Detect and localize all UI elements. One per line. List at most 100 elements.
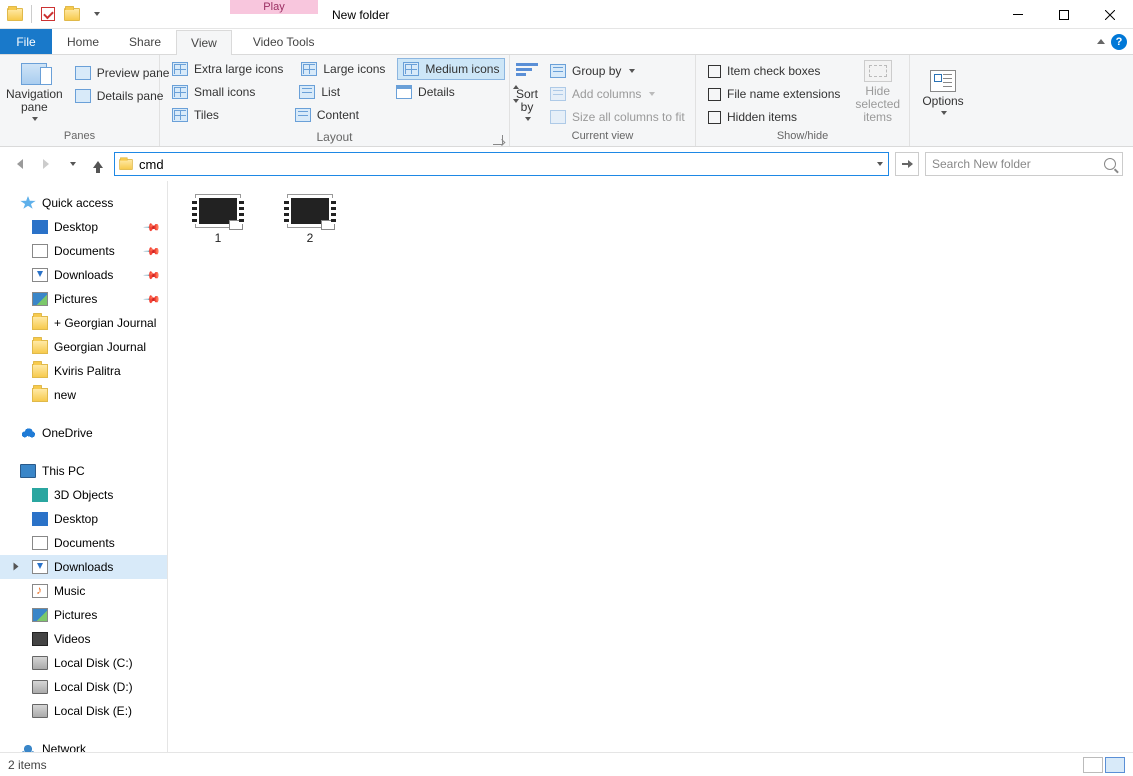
help-icon[interactable]: ?: [1111, 34, 1127, 50]
tree-pc-3d-objects[interactable]: 3D Objects: [0, 483, 167, 507]
extra-large-icon: [172, 62, 188, 76]
sort-by-button[interactable]: Sort by: [516, 58, 538, 126]
navigation-tree[interactable]: Quick access Desktop📌Documents📌Downloads…: [0, 181, 168, 752]
file-tab[interactable]: File: [0, 29, 52, 54]
search-box[interactable]: [925, 152, 1123, 176]
tab-share[interactable]: Share: [114, 29, 176, 54]
address-input[interactable]: [137, 157, 870, 172]
hide-selected-button: Hide selected items: [852, 58, 903, 126]
view-details-toggle[interactable]: [1083, 757, 1103, 773]
address-history-dropdown[interactable]: [870, 162, 888, 166]
details-pane-icon: [75, 89, 91, 103]
tree-network[interactable]: Network: [0, 737, 167, 752]
options-button[interactable]: Options: [916, 58, 970, 126]
file-list[interactable]: 12: [168, 181, 1133, 752]
chevron-down-icon: [649, 92, 655, 96]
layout-large[interactable]: Large icons: [295, 58, 391, 80]
navigation-pane-button[interactable]: Navigation pane: [6, 58, 63, 126]
layout-list[interactable]: List: [293, 81, 346, 103]
layout-extra-large[interactable]: Extra large icons: [166, 58, 289, 80]
tree-pc-local-disk-e-[interactable]: Local Disk (E:): [0, 699, 167, 723]
tree-qa-desktop[interactable]: Desktop📌: [0, 215, 167, 239]
pin-icon: 📌: [143, 290, 162, 309]
tree-onedrive[interactable]: OneDrive: [0, 421, 167, 445]
tab-view[interactable]: View: [176, 30, 232, 55]
go-button[interactable]: [895, 152, 919, 176]
disk-icon: [32, 704, 48, 718]
onedrive-icon: [20, 426, 36, 440]
item-check-boxes-toggle[interactable]: Item check boxes: [702, 60, 846, 82]
qat-separator: [31, 5, 32, 23]
tree-pc-desktop[interactable]: Desktop: [0, 507, 167, 531]
small-icon: [172, 85, 188, 99]
nav-back-button[interactable]: [10, 154, 30, 174]
tree-qa-documents[interactable]: Documents📌: [0, 239, 167, 263]
group-by-button[interactable]: Group by: [544, 60, 691, 82]
status-item-count: 2 items: [8, 758, 47, 772]
minimize-button[interactable]: [995, 0, 1041, 29]
tree-pc-local-disk-c-[interactable]: Local Disk (C:): [0, 651, 167, 675]
hidden-items-toggle[interactable]: Hidden items: [702, 106, 846, 128]
preview-pane-icon: [75, 66, 91, 80]
folder-icon: [32, 316, 48, 330]
ribbon-collapse-icon[interactable]: [1097, 39, 1105, 44]
tree-this-pc[interactable]: This PC: [0, 459, 167, 483]
pin-icon: 📌: [143, 242, 162, 261]
file-name: 2: [307, 231, 314, 245]
desktop-icon: [32, 512, 48, 526]
ribbon: Navigation pane Preview pane Details pan…: [0, 55, 1133, 147]
large-icon: [301, 62, 317, 76]
nav-up-button[interactable]: [88, 154, 108, 174]
context-tab-heading: Play: [230, 0, 318, 14]
tree-pc-local-disk-d-[interactable]: Local Disk (D:): [0, 675, 167, 699]
pin-icon: 📌: [143, 218, 162, 237]
tree-qa-pictures[interactable]: Pictures📌: [0, 287, 167, 311]
tree-qa-new[interactable]: new: [0, 383, 167, 407]
tree-pc-videos[interactable]: Videos: [0, 627, 167, 651]
file-item-1[interactable]: 1: [188, 195, 248, 245]
search-input[interactable]: [932, 157, 1104, 171]
layout-dialog-launcher[interactable]: [493, 135, 503, 145]
pic-icon: [32, 608, 48, 622]
content-icon: [295, 108, 311, 122]
navigation-pane-icon: [21, 63, 47, 85]
group-label-current-view: Current view: [516, 130, 689, 146]
tree-qa-georgian-journal[interactable]: Georgian Journal: [0, 335, 167, 359]
tree-pc-downloads[interactable]: Downloads: [0, 555, 167, 579]
tab-home[interactable]: Home: [52, 29, 114, 54]
qat-customize-icon[interactable]: [85, 3, 107, 25]
tree-pc-pictures[interactable]: Pictures: [0, 603, 167, 627]
pin-icon: 📌: [143, 266, 162, 285]
tree-pc-documents[interactable]: Documents: [0, 531, 167, 555]
layout-details[interactable]: Details: [390, 81, 461, 103]
file-item-2[interactable]: 2: [280, 195, 340, 245]
tree-pc-music[interactable]: Music: [0, 579, 167, 603]
tab-video-tools[interactable]: Video Tools: [238, 29, 330, 54]
layout-medium[interactable]: Medium icons: [397, 58, 505, 80]
video-icon: [32, 632, 48, 646]
tree-qa-downloads[interactable]: Downloads📌: [0, 263, 167, 287]
layout-tiles[interactable]: Tiles: [166, 104, 225, 126]
add-columns-icon: [550, 87, 566, 101]
layout-content[interactable]: Content: [289, 104, 365, 126]
qat-newfolder-icon[interactable]: [61, 3, 83, 25]
sort-icon: [516, 63, 538, 85]
chevron-down-icon: [525, 117, 531, 121]
layout-scroll-up-icon[interactable]: [513, 85, 519, 89]
maximize-button[interactable]: [1041, 0, 1087, 29]
nav-history-button[interactable]: [62, 154, 82, 174]
close-button[interactable]: [1087, 0, 1133, 29]
file-name-extensions-toggle[interactable]: File name extensions: [702, 83, 846, 105]
quick-access-icon: [20, 196, 36, 210]
layout-small[interactable]: Small icons: [166, 81, 261, 103]
tree-quick-access[interactable]: Quick access: [0, 191, 167, 215]
view-icons-toggle[interactable]: [1105, 757, 1125, 773]
qat-properties-icon[interactable]: [37, 3, 59, 25]
address-bar[interactable]: [114, 152, 889, 176]
tree-qa-kviris-palitra[interactable]: Kviris Palitra: [0, 359, 167, 383]
network-icon: [20, 742, 36, 752]
tree-qa--georgian-journal[interactable]: + Georgian Journal: [0, 311, 167, 335]
disk-icon: [32, 656, 48, 670]
tiles-icon: [172, 108, 188, 122]
group-label-show-hide: Show/hide: [702, 130, 903, 146]
